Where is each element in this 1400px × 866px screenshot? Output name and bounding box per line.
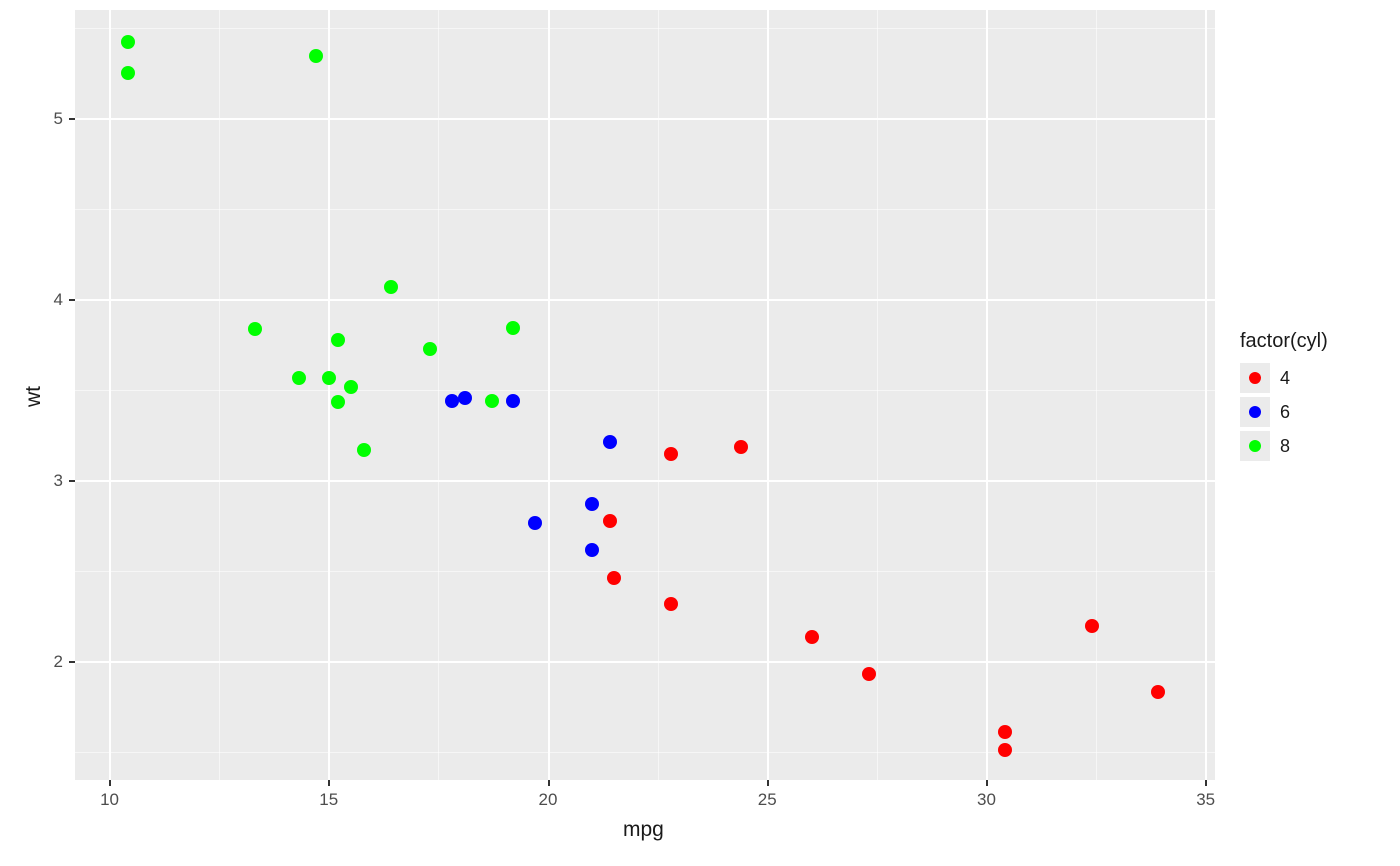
gridline-minor-v <box>658 10 659 780</box>
gridline-minor-h <box>75 752 1215 753</box>
x-axis-tick-label: 30 <box>977 790 996 810</box>
legend-item: 4 <box>1240 363 1328 393</box>
data-point <box>357 443 371 457</box>
data-point <box>1085 619 1099 633</box>
gridline-major-v <box>986 10 988 780</box>
x-axis-title: mpg <box>623 818 664 842</box>
data-point <box>292 371 306 385</box>
data-point <box>585 497 599 511</box>
x-axis-tick-label: 20 <box>539 790 558 810</box>
x-axis-tick-label: 25 <box>758 790 777 810</box>
data-point <box>664 597 678 611</box>
y-axis-tick-label: 3 <box>54 471 63 491</box>
gridline-minor-v <box>219 10 220 780</box>
data-point <box>585 543 599 557</box>
data-point <box>607 571 621 585</box>
gridline-minor-h <box>75 571 1215 572</box>
data-point <box>121 35 135 49</box>
y-axis-tick <box>69 480 75 482</box>
x-axis-tick <box>328 780 330 786</box>
y-axis-tick-label: 2 <box>54 652 63 672</box>
gridline-major-v <box>109 10 111 780</box>
gridline-major-v <box>548 10 550 780</box>
y-axis-tick-label: 4 <box>54 290 63 310</box>
gridline-minor-v <box>877 10 878 780</box>
gridline-minor-v <box>438 10 439 780</box>
gridline-major-h <box>75 299 1215 301</box>
data-point <box>331 333 345 347</box>
data-point <box>248 322 262 336</box>
data-point <box>998 743 1012 757</box>
y-axis-title: wt <box>22 386 46 407</box>
plot-panel <box>75 10 1215 780</box>
data-point <box>603 514 617 528</box>
data-point <box>121 66 135 80</box>
data-point <box>458 391 472 405</box>
gridline-major-v <box>1205 10 1207 780</box>
data-point <box>862 667 876 681</box>
x-axis-tick <box>548 780 550 786</box>
data-point <box>528 516 542 530</box>
legend-dot-icon <box>1249 406 1261 418</box>
x-axis-tick-label: 35 <box>1196 790 1215 810</box>
y-axis-tick-label: 5 <box>54 109 63 129</box>
legend-label: 4 <box>1280 368 1290 389</box>
x-axis-tick-label: 10 <box>100 790 119 810</box>
data-point <box>423 342 437 356</box>
legend-key <box>1240 431 1270 461</box>
legend-key <box>1240 397 1270 427</box>
data-point <box>384 280 398 294</box>
data-point <box>331 395 345 409</box>
data-point <box>309 49 323 63</box>
data-point <box>445 394 459 408</box>
data-point <box>734 440 748 454</box>
legend-title: factor(cyl) <box>1240 330 1328 353</box>
data-point <box>344 380 358 394</box>
legend-label: 6 <box>1280 402 1290 423</box>
gridline-minor-v <box>1096 10 1097 780</box>
data-point <box>1151 685 1165 699</box>
data-point <box>603 435 617 449</box>
y-axis-tick <box>69 118 75 120</box>
legend-label: 8 <box>1280 436 1290 457</box>
x-axis-tick <box>1205 780 1207 786</box>
legend-key <box>1240 363 1270 393</box>
gridline-major-v <box>767 10 769 780</box>
data-point <box>506 394 520 408</box>
x-axis-tick <box>767 780 769 786</box>
gridline-minor-h <box>75 209 1215 210</box>
data-point <box>805 630 819 644</box>
x-axis-tick <box>109 780 111 786</box>
gridline-major-h <box>75 661 1215 663</box>
scatter-chart: wt mpg factor(cyl) 4 6 8 10 15 20 25 30 35 2 3 4 5 <box>0 0 1400 866</box>
gridline-major-h <box>75 118 1215 120</box>
data-point <box>485 394 499 408</box>
legend-dot-icon <box>1249 372 1261 384</box>
legend-item: 6 <box>1240 397 1328 427</box>
legend: factor(cyl) 4 6 8 <box>1240 330 1328 465</box>
legend-dot-icon <box>1249 440 1261 452</box>
gridline-major-h <box>75 480 1215 482</box>
y-axis-tick <box>69 299 75 301</box>
data-point <box>322 371 336 385</box>
data-point <box>998 725 1012 739</box>
gridline-minor-h <box>75 28 1215 29</box>
legend-item: 8 <box>1240 431 1328 461</box>
data-point <box>506 321 520 335</box>
x-axis-tick <box>986 780 988 786</box>
y-axis-tick <box>69 661 75 663</box>
x-axis-tick-label: 15 <box>319 790 338 810</box>
data-point <box>664 447 678 461</box>
gridline-major-v <box>328 10 330 780</box>
gridline-minor-h <box>75 390 1215 391</box>
